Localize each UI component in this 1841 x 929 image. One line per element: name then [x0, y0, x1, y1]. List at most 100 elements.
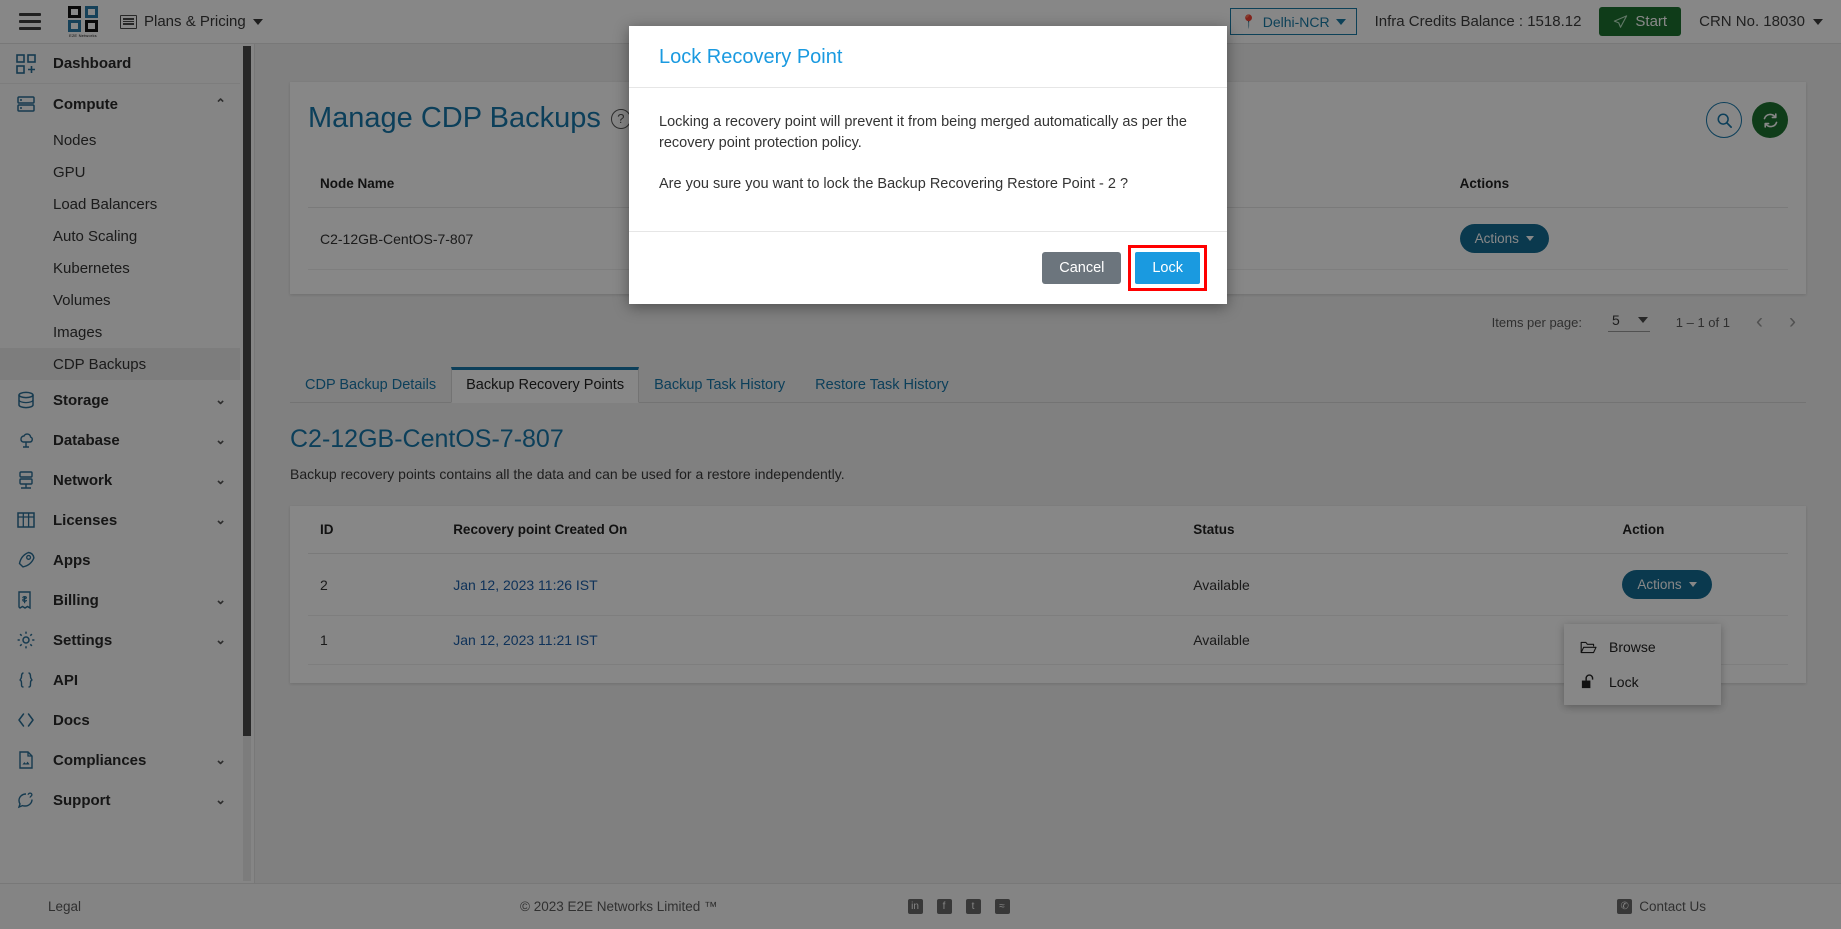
tab-backup-task-history[interactable]: Backup Task History [639, 367, 800, 403]
dialog-paragraph-1: Locking a recovery point will prevent it… [659, 114, 1187, 152]
sidebar-item-nodes[interactable]: Nodes [0, 124, 240, 156]
menu-item-lock[interactable]: Lock [1564, 664, 1721, 699]
crn-menu[interactable]: CRN No. 18030 [1699, 13, 1823, 30]
question-mark-icon[interactable]: ? [610, 108, 631, 129]
sidebar-item-label: Support [53, 791, 111, 809]
sidebar-group-support[interactable]: Support ⌄ [0, 780, 240, 820]
network-icon [16, 469, 42, 491]
brand-logo[interactable]: E2E Networks [66, 5, 100, 39]
license-grid-icon [16, 509, 42, 531]
unlock-icon [1581, 674, 1594, 689]
chevron-down-icon: ⌄ [215, 472, 226, 487]
sidebar-item-label: Auto Scaling [53, 227, 138, 245]
sidebar-group-compute[interactable]: Compute ⌃ [0, 84, 240, 124]
chevron-left-icon[interactable]: ‹ [1756, 310, 1763, 334]
lock-button[interactable]: Lock [1135, 252, 1200, 285]
gear-icon [16, 629, 42, 651]
tab-backup-recovery-points[interactable]: Backup Recovery Points [451, 367, 640, 403]
sidebar-group-billing[interactable]: Billing ⌄ [0, 580, 240, 620]
sidebar-item-label: Database [53, 431, 120, 449]
region-label: Delhi-NCR [1262, 13, 1330, 30]
sidebar-item-apps[interactable]: Apps [0, 540, 240, 580]
sidebar-item-volumes[interactable]: Volumes [0, 284, 240, 316]
location-pin-icon: 📍 [1240, 13, 1257, 29]
footer-contact-label: Contact Us [1639, 899, 1706, 914]
linkedin-icon[interactable]: in [907, 899, 923, 914]
sidebar-item-kubernetes[interactable]: Kubernetes [0, 252, 240, 284]
facebook-icon[interactable]: f [936, 899, 952, 914]
search-icon[interactable] [1706, 102, 1742, 138]
page-title: Manage CDP Backups ? [308, 102, 631, 135]
menu-item-browse[interactable]: Browse [1564, 630, 1721, 664]
tabs-section: CDP Backup Details Backup Recovery Point… [290, 366, 1806, 482]
sidebar-item-label: Network [53, 471, 113, 489]
sidebar-item-cdp-backups[interactable]: CDP Backups [0, 348, 240, 380]
cell-actions: Actions [1447, 207, 1788, 270]
chevron-down-icon [1637, 317, 1648, 323]
folder-open-icon [1580, 641, 1597, 653]
chevron-down-icon [1688, 582, 1697, 587]
footer-copyright: © 2023 E2E Networks Limited ™ [520, 899, 718, 914]
start-button[interactable]: Start [1599, 7, 1682, 36]
sidebar-group-licenses[interactable]: Licenses ⌄ [0, 500, 240, 540]
sidebar-item-auto-scaling[interactable]: Auto Scaling [0, 220, 240, 252]
app-root: E2E Networks Plans & Pricing 📍 Delhi-NCR… [0, 0, 1841, 929]
sidebar-group-storage[interactable]: Storage ⌄ [0, 380, 240, 420]
recovery-point-link[interactable]: Jan 12, 2023 11:21 IST [453, 632, 598, 648]
sidebar-group-database[interactable]: Database ⌄ [0, 420, 240, 460]
tab-restore-task-history[interactable]: Restore Task History [800, 367, 964, 403]
recovery-point-link[interactable]: Jan 12, 2023 11:26 IST [453, 577, 598, 593]
plans-and-pricing-menu[interactable]: Plans & Pricing [120, 13, 263, 30]
sidebar-item-label: Dashboard [53, 55, 132, 72]
chevron-down-icon: ⌄ [215, 592, 226, 607]
refresh-icon[interactable] [1752, 102, 1788, 138]
cell-id: 2 [308, 553, 442, 616]
hamburger-icon[interactable] [8, 0, 52, 44]
rss-icon[interactable]: ≈ [994, 899, 1010, 914]
sidebar-item-gpu[interactable]: GPU [0, 156, 240, 188]
region-selector[interactable]: 📍 Delhi-NCR [1229, 8, 1357, 35]
footer-legal-link[interactable]: Legal [0, 899, 255, 914]
recovery-point-actions-button[interactable]: Actions [1622, 570, 1712, 599]
cloud-db-icon [16, 429, 42, 451]
sidebar-item-label: Nodes [53, 131, 97, 149]
chevron-down-icon: ⌄ [215, 752, 226, 767]
cancel-button[interactable]: Cancel [1042, 252, 1122, 285]
cell-status: Available [1181, 615, 1611, 665]
tab-cdp-backup-details[interactable]: CDP Backup Details [290, 367, 451, 403]
hamburger-bar [19, 27, 41, 30]
twitter-icon[interactable]: t [965, 899, 981, 914]
sidebar-item-dashboard[interactable]: Dashboard [0, 44, 240, 84]
chevron-down-icon: ⌄ [215, 632, 226, 647]
sidebar-item-label: Billing [53, 591, 99, 609]
recovery-points-card: ID Recovery point Created On Status Acti… [290, 506, 1806, 705]
chevron-down-icon: ⌄ [215, 392, 226, 407]
sidebar-item-load-balancers[interactable]: Load Balancers [0, 188, 240, 220]
sidebar-group-compliances[interactable]: Compliances ⌄ [0, 740, 240, 780]
footer-contact-us[interactable]: ✆ Contact Us [1617, 899, 1706, 914]
recovery-point-actions-label: Actions [1637, 577, 1682, 592]
node-actions-button[interactable]: Actions [1459, 224, 1549, 253]
chevron-down-icon [1813, 18, 1823, 25]
sidebar-item-label: Settings [53, 631, 113, 649]
dialog-header: Lock Recovery Point [629, 26, 1227, 88]
sidebar-group-network[interactable]: Network ⌄ [0, 460, 240, 500]
sidebar-item-api[interactable]: API [0, 660, 240, 700]
hamburger-bar [19, 20, 41, 23]
sidebar-item-label: API [53, 671, 79, 689]
sidebar-item-images[interactable]: Images [0, 316, 240, 348]
sidebar-scrollbar[interactable] [243, 46, 251, 881]
chevron-right-icon[interactable]: › [1789, 310, 1796, 334]
dialog-title: Lock Recovery Point [659, 46, 843, 68]
footer-social-links: in f t ≈ [907, 899, 1010, 914]
sidebar-scrollbar-thumb[interactable] [243, 46, 251, 736]
brand-name: E2E Networks [69, 32, 97, 38]
sidebar-item-docs[interactable]: Docs [0, 700, 240, 740]
sidebar-group-settings[interactable]: Settings ⌄ [0, 620, 240, 660]
sidebar-item-label: Images [53, 323, 103, 341]
items-per-page-select[interactable]: 5 [1607, 312, 1650, 332]
code-icon [16, 709, 42, 731]
sidebar-item-label: Docs [53, 711, 90, 729]
chevron-down-icon: ⌄ [215, 432, 226, 447]
table-row: 2 Jan 12, 2023 11:26 IST Available Actio… [308, 553, 1788, 616]
